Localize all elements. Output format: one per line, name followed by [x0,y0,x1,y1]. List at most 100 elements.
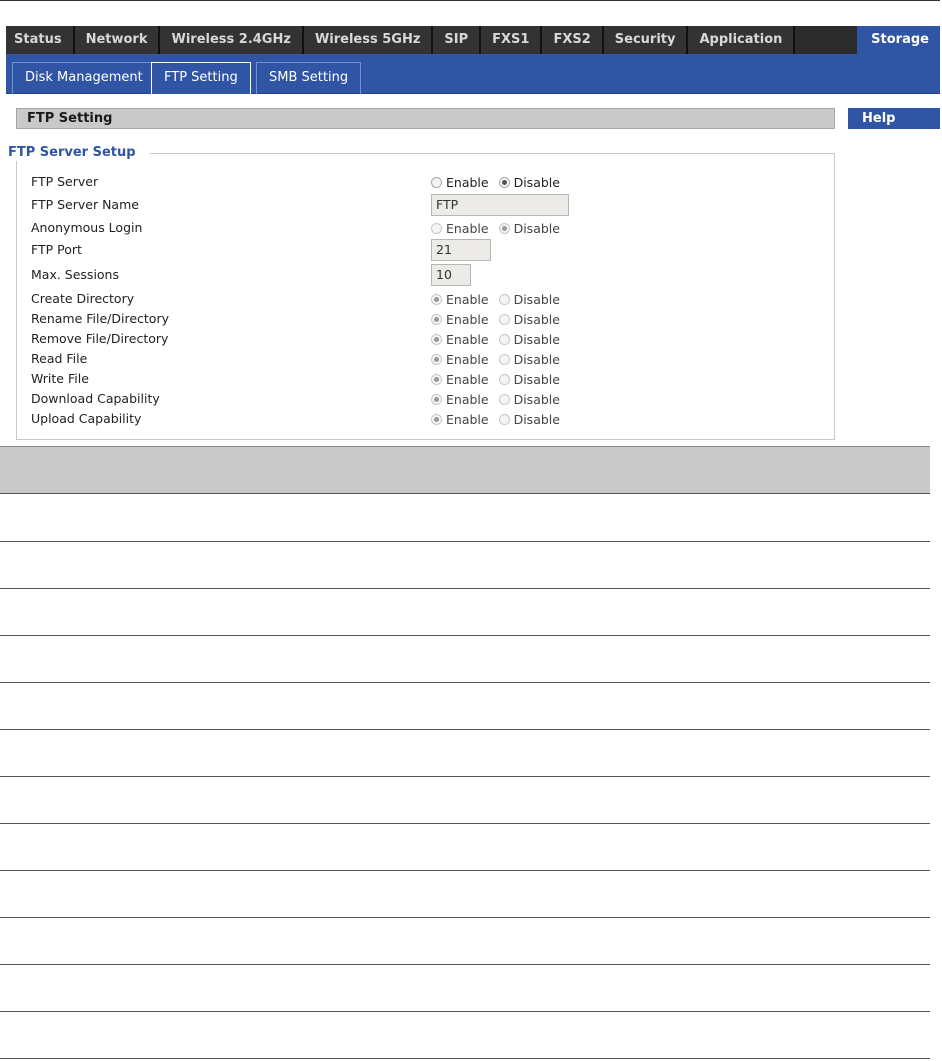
disable-option[interactable]: Disable [498,352,560,367]
tab-security[interactable]: Security [603,26,689,54]
disable-label: Disable [513,220,560,236]
subtab-ftp-setting[interactable]: FTP Setting [151,62,251,94]
disable-label: Disable [513,174,560,190]
setting-row: Upload Capability Enable Disable [31,410,591,428]
enable-radio[interactable] [431,413,442,425]
setting-control: Enable Disable [431,219,570,237]
disable-option[interactable]: Disable [498,220,560,236]
enable-option[interactable]: Enable [431,392,489,407]
tab-network[interactable]: Network [74,26,161,54]
tab-wireless-2-4ghz[interactable]: Wireless 2.4GHz [160,26,304,54]
enable-radio[interactable] [431,313,442,325]
enable-label: Enable [446,371,489,387]
setting-control: Enable Disable [431,370,570,388]
enable-label: Enable [446,174,489,190]
setting-label: Download Capability [31,391,160,406]
help-link[interactable]: Help [848,108,940,129]
enable-option[interactable]: Enable [431,372,489,387]
setting-control: Enable Disable [431,350,570,368]
enable-label: Enable [446,331,489,347]
enable-radio[interactable] [431,293,442,305]
enable-radio[interactable] [431,333,442,345]
setting-control: Enable Disable [431,310,570,328]
enable-option[interactable]: Enable [431,292,489,307]
setting-input[interactable]: FTP [431,194,569,216]
setting-row: Download Capability Enable Disable [31,390,591,408]
enable-option[interactable]: Enable [431,221,489,236]
setting-row: FTP Server Name FTP [31,194,591,216]
tab-fxs1[interactable]: FXS1 [481,26,543,54]
setting-label: Rename File/Directory [31,311,169,326]
disable-option[interactable]: Disable [498,292,560,307]
disable-radio[interactable] [498,353,510,365]
main-nav: Status Network Wireless 2.4GHz Wireless … [6,26,940,54]
disable-option[interactable]: Disable [498,332,560,347]
setting-row: FTP Server Enable Disable [31,173,591,191]
tab-application[interactable]: Application [688,26,796,54]
subtab-disk-management[interactable]: Disk Management [12,62,156,94]
setting-label: Read File [31,351,88,366]
enable-option[interactable]: Enable [431,332,489,347]
disable-label: Disable [513,371,560,387]
setting-control: Enable Disable [431,390,570,408]
disable-radio[interactable] [498,176,510,188]
tab-wireless-5ghz[interactable]: Wireless 5GHz [303,26,434,54]
top-rule [0,0,940,1]
disable-radio[interactable] [498,373,510,385]
enable-option[interactable]: Enable [431,312,489,327]
disable-radio[interactable] [498,293,510,305]
table-header [0,446,930,494]
disable-label: Disable [513,411,560,427]
tab-sip[interactable]: SIP [433,26,482,54]
disable-option[interactable]: Disable [498,174,560,190]
enable-radio[interactable] [431,222,442,234]
tab-storage[interactable]: Storage [857,26,940,54]
enable-radio[interactable] [431,393,442,405]
setting-row: Rename File/Directory Enable Disable [31,310,591,328]
disable-radio[interactable] [498,222,510,234]
setting-control: 10 [431,264,471,286]
disable-radio[interactable] [498,313,510,325]
disable-option[interactable]: Disable [498,311,560,327]
disable-radio[interactable] [498,333,510,345]
enable-radio[interactable] [431,373,442,385]
disable-option[interactable]: Disable [498,411,560,427]
setting-row: FTP Port 21 [31,239,591,261]
setting-input[interactable]: 10 [431,264,471,286]
table-row [0,777,930,824]
section-title: FTP Setting [16,108,835,129]
table-row [0,683,930,730]
table-row [0,495,930,542]
disable-radio[interactable] [498,413,510,425]
disable-option[interactable]: Disable [498,392,560,407]
enable-label: Enable [446,220,489,236]
tab-status[interactable]: Status [6,26,75,54]
enable-option[interactable]: Enable [431,412,489,427]
setting-label: Anonymous Login [31,220,143,235]
setting-control: Enable Disable [431,410,570,428]
enable-label: Enable [446,391,489,407]
subtab-smb-setting[interactable]: SMB Setting [256,62,362,94]
disable-radio[interactable] [498,393,510,405]
setting-row: Anonymous Login Enable Disable [31,219,591,237]
setting-row: Max. Sessions 10 [31,264,591,286]
table-row [0,965,930,1012]
enable-option[interactable]: Enable [431,352,489,367]
enable-option[interactable]: Enable [431,175,489,190]
setting-row: Remove File/Directory Enable Disable [31,330,591,348]
enable-radio[interactable] [431,176,442,188]
table-row [0,636,930,683]
table-row [0,871,930,918]
enable-label: Enable [446,291,489,307]
table-row [0,824,930,871]
enable-radio[interactable] [431,353,442,365]
setting-label: Upload Capability [31,411,142,426]
setting-control: 21 [431,239,491,261]
disable-label: Disable [513,311,560,327]
tab-fxs2[interactable]: FXS2 [542,26,604,54]
table-row [0,918,930,965]
setting-label: FTP Port [31,242,82,257]
setting-input[interactable]: 21 [431,239,491,261]
disable-option[interactable]: Disable [498,371,560,387]
setting-row: Write File Enable Disable [31,370,591,388]
